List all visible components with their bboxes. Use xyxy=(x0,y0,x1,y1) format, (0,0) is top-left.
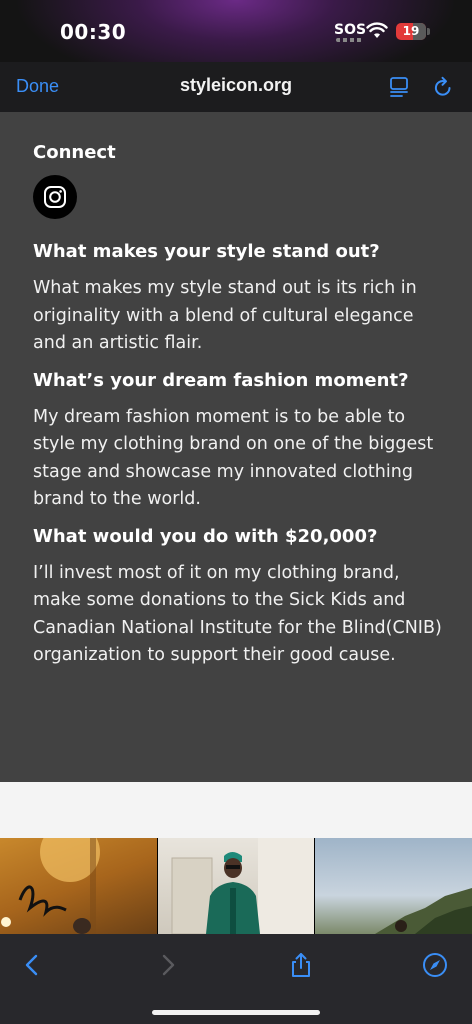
sos-indicator: SOS xyxy=(334,22,367,38)
reload-icon[interactable] xyxy=(432,76,454,98)
reader-mode-icon[interactable] xyxy=(388,76,410,98)
status-bar: 00:30 SOS 19 xyxy=(0,0,472,62)
photo-gallery xyxy=(0,838,472,934)
section-divider xyxy=(0,782,472,838)
battery-level: 19 xyxy=(402,24,420,38)
status-time: 00:30 xyxy=(60,20,127,44)
home-indicator[interactable] xyxy=(152,1010,320,1015)
page-content: Connect What makes your style stand out?… xyxy=(0,112,472,782)
answer-text: I’ll invest most of it on my clothing br… xyxy=(33,562,442,666)
answer-text: What makes my style stand out is its ric… xyxy=(33,278,417,353)
gallery-photo[interactable] xyxy=(0,838,157,934)
back-icon[interactable] xyxy=(20,952,46,978)
browser-header: Done styleicon.org xyxy=(0,62,472,112)
wifi-icon xyxy=(366,22,388,38)
compass-icon[interactable] xyxy=(422,952,448,978)
instagram-icon[interactable] xyxy=(33,175,77,219)
battery-icon: 19 xyxy=(396,23,430,40)
signal-dots-icon xyxy=(336,38,362,42)
connect-heading: Connect xyxy=(33,142,116,163)
forward-icon[interactable] xyxy=(154,952,180,978)
gallery-photo[interactable] xyxy=(315,838,472,934)
gallery-photo[interactable] xyxy=(158,838,314,934)
question-heading: What would you do with $20,000? xyxy=(33,525,378,547)
question-heading: What makes your style stand out? xyxy=(33,241,380,262)
answer-text: My dream fashion moment is to be able to… xyxy=(33,406,434,510)
question-heading: What’s your dream fashion moment? xyxy=(33,369,409,391)
share-icon[interactable] xyxy=(288,952,314,978)
